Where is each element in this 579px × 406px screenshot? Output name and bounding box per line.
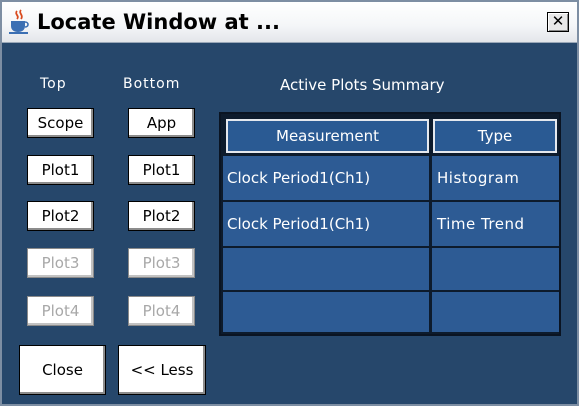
less-button[interactable]: << Less: [118, 345, 206, 395]
top-plot1-button[interactable]: Plot1: [27, 155, 94, 185]
type-column-header[interactable]: Type: [433, 119, 557, 153]
bottom-column-label: Bottom: [123, 76, 181, 92]
top-plot2-button[interactable]: Plot2: [27, 201, 94, 231]
bottom-plot4-button[interactable]: Plot4: [128, 296, 195, 326]
top-plot4-button[interactable]: Plot4: [27, 296, 94, 326]
table-cell-type[interactable]: Time Trend: [432, 202, 559, 246]
table-cell-measurement[interactable]: Clock Period1(Ch1): [223, 156, 429, 200]
window-title: Locate Window at ...: [37, 10, 280, 34]
top-scope-button[interactable]: Scope: [27, 108, 94, 138]
close-icon[interactable]: ✕: [547, 12, 569, 32]
close-button[interactable]: Close: [19, 345, 106, 395]
top-column-label: Top: [40, 76, 67, 92]
measurement-column-header[interactable]: Measurement: [226, 119, 429, 153]
bottom-plot3-button[interactable]: Plot3: [128, 248, 195, 278]
table-cell-type[interactable]: Histogram: [432, 156, 559, 200]
java-cup-icon: [9, 9, 29, 34]
table-cell-type[interactable]: [432, 248, 559, 290]
table-cell-measurement[interactable]: [223, 248, 429, 290]
top-plot3-button[interactable]: Plot3: [27, 248, 94, 278]
active-plots-summary-label: Active Plots Summary: [280, 76, 445, 94]
bottom-plot2-button[interactable]: Plot2: [128, 201, 195, 231]
title-bar[interactable]: Locate Window at ... ✕: [2, 2, 577, 43]
bottom-plot1-button[interactable]: Plot1: [128, 155, 195, 185]
locate-window-dialog: Locate Window at ... ✕ Top Bottom Active…: [0, 0, 579, 406]
table-cell-measurement[interactable]: [223, 292, 429, 332]
bottom-app-button[interactable]: App: [128, 108, 195, 138]
active-plots-table: Measurement Type Clock Period1(Ch1) Hist…: [219, 112, 561, 336]
table-cell-measurement[interactable]: Clock Period1(Ch1): [223, 202, 429, 246]
table-cell-type[interactable]: [432, 292, 559, 332]
